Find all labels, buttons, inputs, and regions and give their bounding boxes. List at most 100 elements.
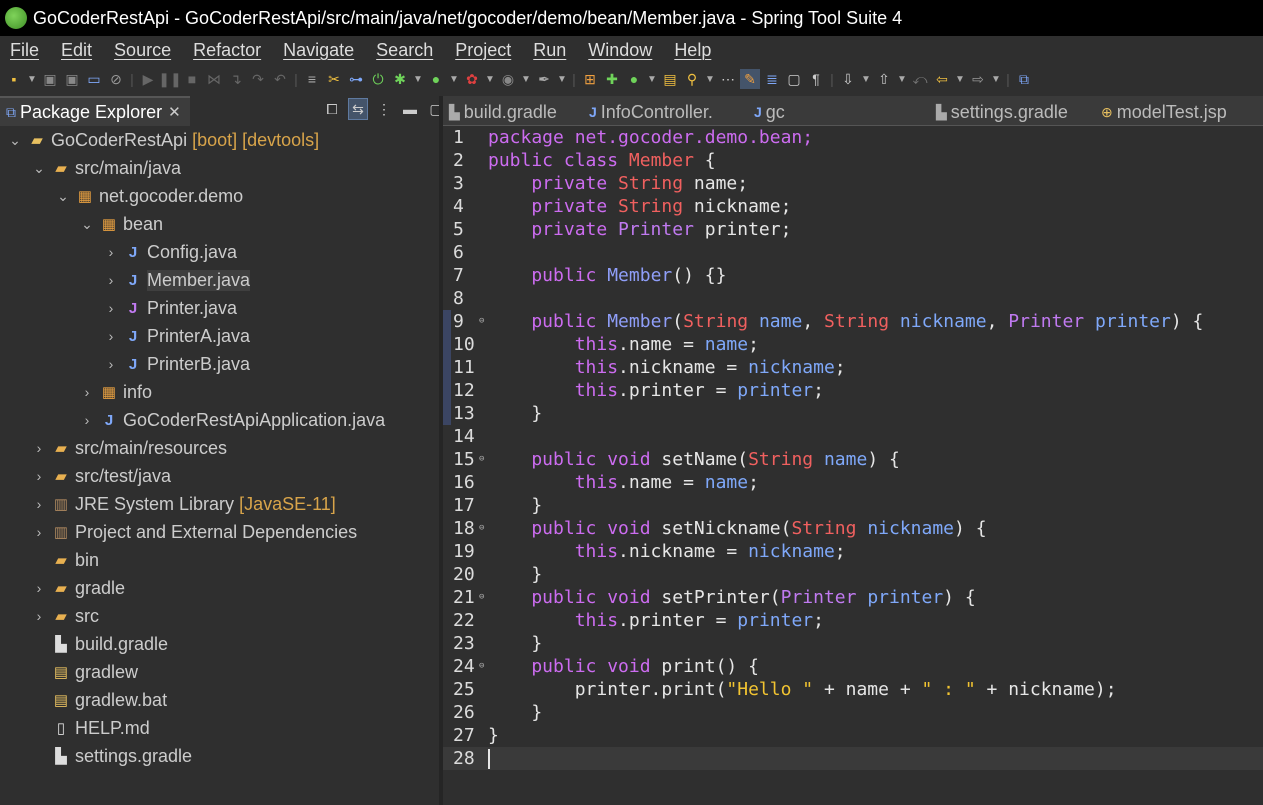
tree-item-bin[interactable]: ▰ bin xyxy=(0,546,439,574)
tree-item-bean[interactable]: ⌄ ▦ bean xyxy=(0,210,439,238)
tree-item-jre-library[interactable]: › ▥ JRE System Library [JavaSE-11] xyxy=(0,490,439,518)
editor-tab-infocontroller[interactable]: J InfoController. xyxy=(583,98,748,126)
package-explorer-tab[interactable]: ⧉ Package Explorer ✕ xyxy=(0,96,190,126)
mark-occurrences-icon[interactable]: ✎ xyxy=(740,69,760,89)
new-java-project-icon[interactable]: ⊞ xyxy=(580,69,600,89)
previous-annotation-dropdown-icon[interactable]: ▼ xyxy=(896,69,908,89)
show-whitespace-icon[interactable]: ¶ xyxy=(806,69,826,89)
chevron-right-icon[interactable]: › xyxy=(80,384,94,400)
disconnect-icon[interactable]: ⋈ xyxy=(204,69,224,89)
menu-run[interactable]: Run xyxy=(523,40,578,61)
search-icon[interactable]: ⚲ xyxy=(682,69,702,89)
new-class-icon[interactable]: ● xyxy=(624,69,644,89)
tree-item-src-test-java[interactable]: › ▰ src/test/java xyxy=(0,462,439,490)
collapse-all-icon[interactable]: ⧠ xyxy=(322,98,342,120)
new-class-dropdown-icon[interactable]: ▼ xyxy=(646,69,658,89)
forward-icon[interactable]: ⇨ xyxy=(968,69,988,89)
fold-collapse-icon[interactable]: ⊖ xyxy=(479,517,484,540)
open-terminal-icon[interactable]: ▭ xyxy=(84,69,104,89)
chevron-right-icon[interactable]: › xyxy=(104,300,118,316)
tree-item-application-java[interactable]: › J GoCoderRestApiApplication.java xyxy=(0,406,439,434)
open-perspective-icon[interactable]: ⧉ xyxy=(1014,69,1034,89)
debug-dropdown-icon[interactable]: ▼ xyxy=(412,69,424,89)
link-with-editor-icon[interactable]: ⇆ xyxy=(348,98,368,120)
resume-icon[interactable]: ▶ xyxy=(138,69,158,89)
tree-item-info[interactable]: › ▦ info xyxy=(0,378,439,406)
fold-collapse-icon[interactable]: ⊖ xyxy=(479,310,484,333)
new-dropdown-icon[interactable]: ▼ xyxy=(26,69,38,89)
fold-collapse-icon[interactable]: ⊖ xyxy=(479,586,484,609)
tree-item-help-md[interactable]: ▯ HELP.md xyxy=(0,714,439,742)
debug-icon[interactable]: ✱ xyxy=(390,69,410,89)
terminate-icon[interactable]: ■ xyxy=(182,69,202,89)
previous-annotation-icon[interactable]: ⇧ xyxy=(874,69,894,89)
tree-item-gradle[interactable]: › ▰ gradle xyxy=(0,574,439,602)
chevron-down-icon[interactable]: ⌄ xyxy=(56,188,70,205)
tree-item-dependencies[interactable]: › ▥ Project and External Dependencies xyxy=(0,518,439,546)
tree-item-src-main-resources[interactable]: › ▰ src/main/resources xyxy=(0,434,439,462)
chevron-down-icon[interactable]: ⌄ xyxy=(8,132,22,149)
tree-item-printera-java[interactable]: › J PrinterA.java xyxy=(0,322,439,350)
java-element-filters-icon[interactable]: ✂ xyxy=(324,69,344,89)
save-all-icon[interactable]: ▣ xyxy=(62,69,82,89)
chevron-right-icon[interactable]: › xyxy=(32,440,46,456)
menu-refactor[interactable]: Refactor xyxy=(183,40,273,61)
tree-item-printerb-java[interactable]: › J PrinterB.java xyxy=(0,350,439,378)
tree-item-settings-gradle[interactable]: ▙ settings.gradle xyxy=(0,742,439,770)
back-icon[interactable]: ⇦ xyxy=(932,69,952,89)
new-package-icon[interactable]: ✚ xyxy=(602,69,622,89)
step-return-icon[interactable]: ↶ xyxy=(270,69,290,89)
menu-search[interactable]: Search xyxy=(366,40,445,61)
chevron-right-icon[interactable]: › xyxy=(32,524,46,540)
tree-item-gradlew-bat[interactable]: ▤ gradlew.bat xyxy=(0,686,439,714)
forward-dropdown-icon[interactable]: ▼ xyxy=(990,69,1002,89)
chevron-right-icon[interactable]: › xyxy=(32,468,46,484)
back-dropdown-icon[interactable]: ▼ xyxy=(954,69,966,89)
coverage-icon[interactable]: ≡ xyxy=(302,69,322,89)
menu-file[interactable]: File xyxy=(0,40,51,61)
tree-item-printer-java[interactable]: › J Printer.java xyxy=(0,294,439,322)
external-tools-icon[interactable]: ◉ xyxy=(498,69,518,89)
editor-tab-build-gradle[interactable]: ▙ build.gradle xyxy=(443,98,583,126)
step-over-icon[interactable]: ↷ xyxy=(248,69,268,89)
close-icon[interactable]: ✕ xyxy=(168,103,181,121)
block-selection-icon[interactable]: ▢ xyxy=(784,69,804,89)
editor-tab-modeltest-jsp[interactable]: ⊕ modelTest.jsp xyxy=(1095,98,1263,126)
tree-item-project[interactable]: ⌄ ▰ GoCoderRestApi [boot] [devtools] xyxy=(0,126,439,154)
menu-window[interactable]: Window xyxy=(578,40,664,61)
chevron-right-icon[interactable]: › xyxy=(32,496,46,512)
last-edit-location-icon[interactable]: ⤺ xyxy=(910,69,930,89)
word-wrap-icon[interactable]: ≣ xyxy=(762,69,782,89)
run-icon[interactable]: ● xyxy=(426,69,446,89)
external-tools-dropdown-icon[interactable]: ▼ xyxy=(520,69,532,89)
code-editor[interactable]: 1 package net.gocoder.demo.bean; 2 public … xyxy=(443,126,1263,805)
chevron-right-icon[interactable]: › xyxy=(32,608,46,624)
next-annotation-icon[interactable]: ⇩ xyxy=(838,69,858,89)
chevron-right-icon[interactable]: › xyxy=(104,272,118,288)
skip-breakpoints-icon[interactable]: ⊘ xyxy=(106,69,126,89)
run-dropdown-icon[interactable]: ▼ xyxy=(448,69,460,89)
tree-item-src-main-java[interactable]: ⌄ ▰ src/main/java xyxy=(0,154,439,182)
tree-item-gradlew[interactable]: ▤ gradlew xyxy=(0,658,439,686)
ant-dropdown-icon[interactable]: ▼ xyxy=(556,69,568,89)
new-icon[interactable]: ▪ xyxy=(4,69,24,89)
chevron-right-icon[interactable]: › xyxy=(32,580,46,596)
fold-collapse-icon[interactable]: ⊖ xyxy=(479,655,484,678)
search-dropdown-icon[interactable]: ▼ xyxy=(704,69,716,89)
chevron-right-icon[interactable]: › xyxy=(104,356,118,372)
chevron-down-icon[interactable]: ⌄ xyxy=(80,216,94,233)
chevron-right-icon[interactable]: › xyxy=(104,244,118,260)
toggle-breadcrumb-icon[interactable]: ⋯ xyxy=(718,69,738,89)
tree-item-src[interactable]: › ▰ src xyxy=(0,602,439,630)
view-menu-icon[interactable]: ⋮ xyxy=(374,98,394,120)
spring-boot-dashboard-icon[interactable]: ⊶ xyxy=(346,69,366,89)
fold-collapse-icon[interactable]: ⊖ xyxy=(479,448,484,471)
chevron-right-icon[interactable]: › xyxy=(104,328,118,344)
next-annotation-dropdown-icon[interactable]: ▼ xyxy=(860,69,872,89)
chevron-down-icon[interactable]: ⌄ xyxy=(32,160,46,177)
menu-project[interactable]: Project xyxy=(445,40,523,61)
coverage-run-icon[interactable]: ✿ xyxy=(462,69,482,89)
step-into-icon[interactable]: ↴ xyxy=(226,69,246,89)
menu-edit[interactable]: Edit xyxy=(51,40,104,61)
menu-help[interactable]: Help xyxy=(664,40,723,61)
